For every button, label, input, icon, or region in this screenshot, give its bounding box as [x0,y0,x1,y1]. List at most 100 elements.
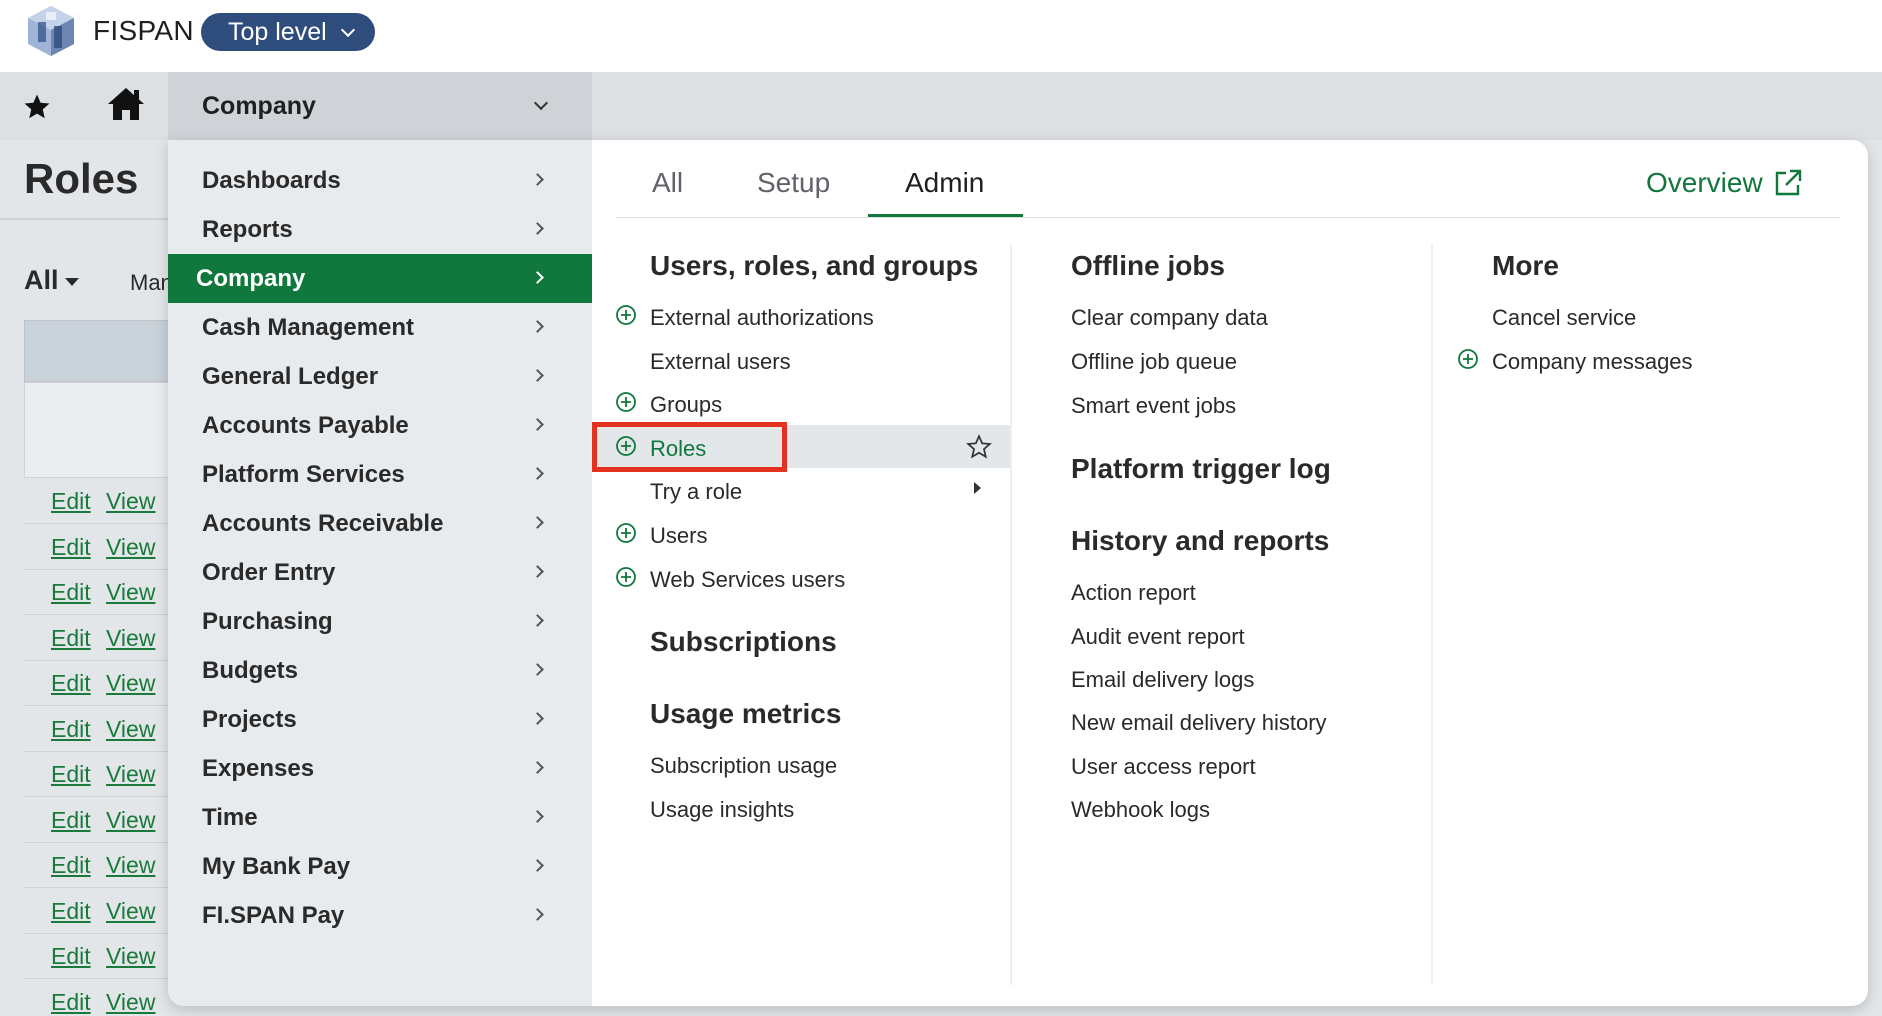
tab-admin[interactable]: Admin [905,167,984,199]
section-heading-platform-trigger-log[interactable]: Platform trigger log [1071,453,1331,485]
view-link[interactable]: View [106,488,155,515]
module-item-dashboards[interactable]: Dashboards [168,156,592,205]
edit-link[interactable]: Edit [51,852,91,879]
brand-name: FISPAN [93,15,194,46]
chevron-right-icon [531,663,544,676]
view-link[interactable]: View [106,534,155,561]
view-link[interactable]: View [106,989,155,1016]
top-bar: FISPAN Top level [0,0,1882,72]
external-link-icon[interactable] [1772,167,1804,199]
chevron-right-icon [531,810,544,823]
link-users[interactable]: Users [650,523,707,549]
link-offline-job-queue[interactable]: Offline job queue [1071,349,1237,375]
edit-link[interactable]: Edit [51,807,91,834]
module-item-order-entry[interactable]: Order Entry [168,548,592,597]
module-item-label: Budgets [202,657,298,684]
edit-link[interactable]: Edit [51,898,91,925]
link-web-services-users[interactable]: Web Services users [650,567,845,593]
view-link[interactable]: View [106,943,155,970]
add-circle-icon[interactable] [615,391,637,413]
module-item-label: Purchasing [202,608,333,635]
filter-dropdown[interactable]: All [24,265,79,296]
link-try-a-role[interactable]: Try a role [650,479,742,505]
view-link[interactable]: View [106,579,155,606]
add-circle-icon[interactable] [615,522,637,544]
view-link[interactable]: View [106,716,155,743]
chevron-right-icon [531,173,544,186]
favorite-star-icon[interactable] [966,434,992,460]
module-item-fi-span-pay[interactable]: FI.SPAN Pay [168,891,592,940]
link-roles[interactable]: Roles [650,436,706,462]
module-item-purchasing[interactable]: Purchasing [168,597,592,646]
link-external-users[interactable]: External users [650,349,791,375]
module-item-label: Company [196,265,306,292]
link-webhook-logs[interactable]: Webhook logs [1071,797,1210,823]
add-circle-icon[interactable] [615,435,637,457]
module-item-my-bank-pay[interactable]: My Bank Pay [168,842,592,891]
module-item-general-ledger[interactable]: General Ledger [168,352,592,401]
link-usage-insights[interactable]: Usage insights [650,797,794,823]
table-row: Edit View [24,751,174,797]
module-item-label: My Bank Pay [202,853,351,880]
module-item-reports[interactable]: Reports [168,205,592,254]
overview-link[interactable]: Overview [1646,167,1763,199]
table-row: Edit View [24,524,174,570]
edit-link[interactable]: Edit [51,761,91,788]
module-item-accounts-payable[interactable]: Accounts Payable [168,401,592,450]
module-item-cash-management[interactable]: Cash Management [168,303,592,352]
chevron-right-icon [531,516,544,529]
module-nav-bar: Company [0,72,1882,140]
module-item-label: Expenses [202,755,315,782]
edit-link[interactable]: Edit [51,579,91,606]
link-company-messages[interactable]: Company messages [1492,349,1693,375]
edit-link[interactable]: Edit [51,670,91,697]
view-link[interactable]: View [106,625,155,652]
tab-setup[interactable]: Setup [757,167,830,199]
edit-link[interactable]: Edit [51,625,91,652]
module-item-company[interactable]: Company [168,254,592,303]
view-link[interactable]: View [106,670,155,697]
module-item-accounts-receivable[interactable]: Accounts Receivable [168,499,592,548]
module-item-time[interactable]: Time [168,793,592,842]
module-item-platform-services[interactable]: Platform Services [168,450,592,499]
link-audit-event-report[interactable]: Audit event report [1071,624,1245,650]
link-action-report[interactable]: Action report [1071,580,1196,606]
edit-link[interactable]: Edit [51,488,91,515]
chevron-down-icon [533,95,549,111]
home-icon[interactable] [106,86,146,122]
level-selector-button[interactable]: Top level [201,13,375,51]
link-subscription-usage[interactable]: Subscription usage [650,753,837,779]
link-external-authorizations[interactable]: External authorizations [650,305,874,331]
section-heading-subscriptions[interactable]: Subscriptions [650,626,837,658]
add-circle-icon[interactable] [615,566,637,588]
link-new-email-delivery-history[interactable]: New email delivery history [1071,710,1327,736]
link-cancel-service[interactable]: Cancel service [1492,305,1636,331]
table-row: Edit View [24,797,174,843]
tab-all[interactable]: All [652,167,683,199]
link-email-delivery-logs[interactable]: Email delivery logs [1071,667,1254,693]
link-smart-event-jobs[interactable]: Smart event jobs [1071,393,1236,419]
link-clear-company-data[interactable]: Clear company data [1071,305,1268,331]
view-link[interactable]: View [106,852,155,879]
chevron-right-icon [531,761,544,774]
link-groups[interactable]: Groups [650,392,722,418]
view-link[interactable]: View [106,761,155,788]
module-item-expenses[interactable]: Expenses [168,744,592,793]
module-item-label: Cash Management [202,314,415,341]
edit-link[interactable]: Edit [51,716,91,743]
view-link[interactable]: View [106,898,155,925]
edit-link[interactable]: Edit [51,534,91,561]
table-row: Edit View [24,478,174,524]
module-item-projects[interactable]: Projects [168,695,592,744]
cube-logo-icon[interactable] [24,4,78,58]
add-circle-icon[interactable] [615,304,637,326]
module-selector[interactable]: Company [168,72,592,140]
star-icon[interactable] [22,92,52,122]
view-link[interactable]: View [106,807,155,834]
link-user-access-report[interactable]: User access report [1071,754,1256,780]
edit-link[interactable]: Edit [51,943,91,970]
add-circle-icon[interactable] [1457,348,1479,370]
edit-link[interactable]: Edit [51,989,91,1016]
module-item-budgets[interactable]: Budgets [168,646,592,695]
chevron-right-icon [531,222,544,235]
